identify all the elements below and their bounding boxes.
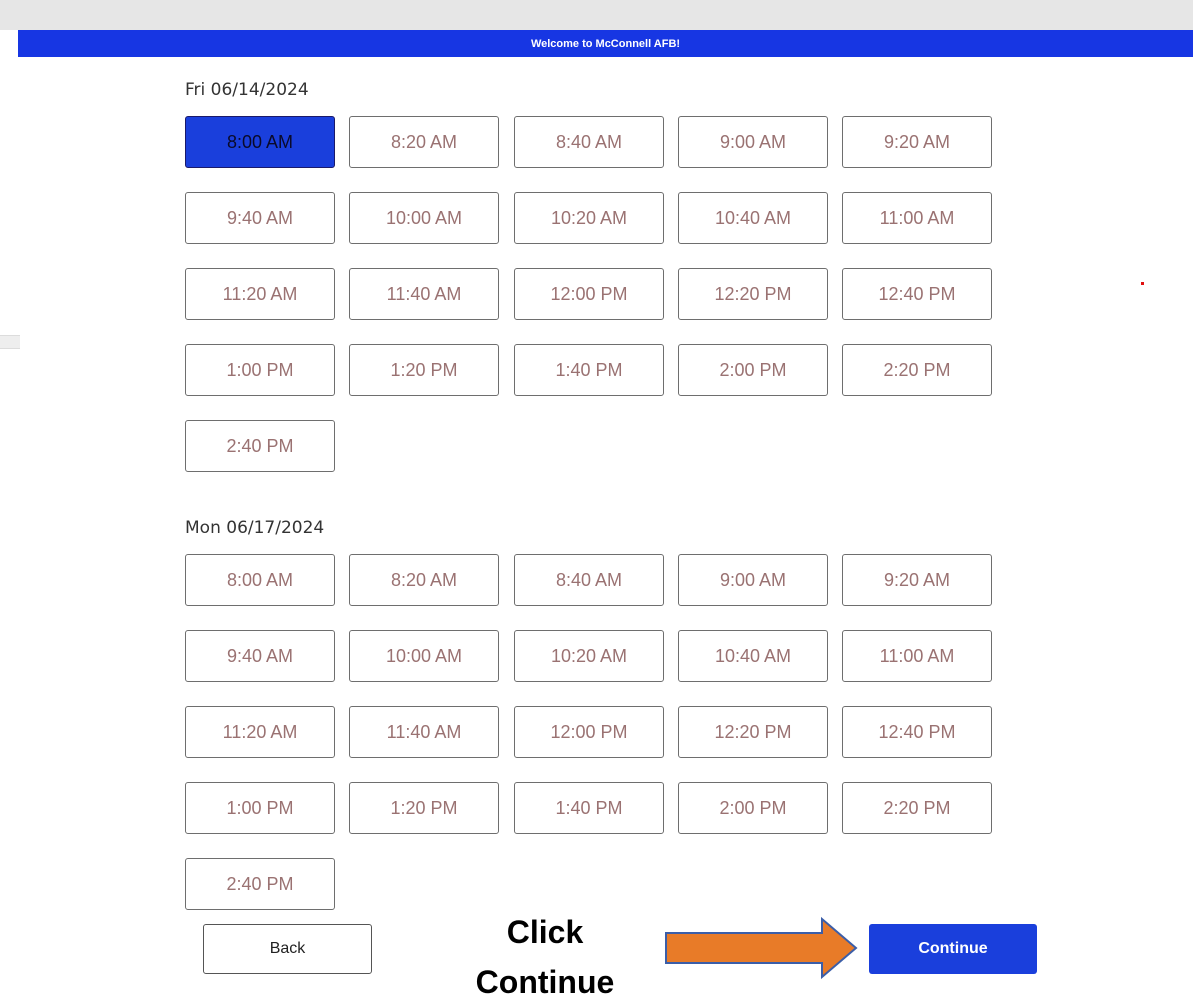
time-slot-button[interactable]: 2:20 PM: [842, 344, 992, 396]
annotation-line-1: Click: [506, 914, 584, 950]
time-slot-button[interactable]: 10:00 AM: [349, 192, 499, 244]
time-slot-button[interactable]: 9:00 AM: [678, 116, 828, 168]
welcome-banner-text: Welcome to McConnell AFB!: [530, 37, 681, 50]
time-slot-button[interactable]: 11:20 AM: [185, 268, 335, 320]
time-slot-button[interactable]: 11:00 AM: [842, 192, 992, 244]
time-slot-button[interactable]: 12:20 PM: [678, 268, 828, 320]
annotation-line-2: Continue: [475, 964, 615, 1000]
time-slot-button[interactable]: 11:20 AM: [185, 706, 335, 758]
time-slot-button[interactable]: 1:20 PM: [349, 782, 499, 834]
time-slot-button[interactable]: 1:20 PM: [349, 344, 499, 396]
continue-button[interactable]: Continue: [869, 924, 1037, 974]
time-slot-button[interactable]: 10:40 AM: [678, 192, 828, 244]
time-slot-button[interactable]: 1:40 PM: [514, 344, 664, 396]
time-slot-button[interactable]: 9:00 AM: [678, 554, 828, 606]
time-slot-button[interactable]: 9:40 AM: [185, 630, 335, 682]
time-slot-button[interactable]: 2:00 PM: [678, 344, 828, 396]
browser-top-strip: [0, 0, 1193, 30]
welcome-banner: Welcome to McConnell AFB!: [18, 30, 1193, 57]
time-slot-button[interactable]: 1:00 PM: [185, 344, 335, 396]
time-slot-button[interactable]: 2:40 PM: [185, 420, 335, 472]
time-slot-button[interactable]: 2:40 PM: [185, 858, 335, 910]
left-edge-fragment: [0, 335, 20, 349]
time-slot-button[interactable]: 8:40 AM: [514, 116, 664, 168]
time-slot-button[interactable]: 10:40 AM: [678, 630, 828, 682]
time-slot-button[interactable]: 1:00 PM: [185, 782, 335, 834]
time-slot-button[interactable]: 2:00 PM: [678, 782, 828, 834]
time-slot-button[interactable]: 11:40 AM: [349, 268, 499, 320]
time-slot-button[interactable]: 8:20 AM: [349, 554, 499, 606]
time-slot-button[interactable]: 8:40 AM: [514, 554, 664, 606]
time-slot-button[interactable]: 9:20 AM: [842, 554, 992, 606]
time-slot-button[interactable]: 8:00 AM: [185, 554, 335, 606]
time-slot-button[interactable]: 12:40 PM: [842, 706, 992, 758]
back-button[interactable]: Back: [203, 924, 372, 974]
time-slot-button[interactable]: 10:20 AM: [514, 192, 664, 244]
time-slot-button[interactable]: 1:40 PM: [514, 782, 664, 834]
red-dot-mark: [1141, 282, 1144, 285]
time-slot-button[interactable]: 12:00 PM: [514, 268, 664, 320]
time-slot-button[interactable]: 12:40 PM: [842, 268, 992, 320]
time-slot-button[interactable]: 12:00 PM: [514, 706, 664, 758]
time-slot-button[interactable]: 10:20 AM: [514, 630, 664, 682]
time-slot-button[interactable]: 12:20 PM: [678, 706, 828, 758]
time-slot-button[interactable]: 9:20 AM: [842, 116, 992, 168]
time-slot-button[interactable]: 8:20 AM: [349, 116, 499, 168]
date-heading-fri: Fri 06/14/2024: [185, 80, 309, 100]
time-slot-button[interactable]: 11:00 AM: [842, 630, 992, 682]
time-slot-button[interactable]: 9:40 AM: [185, 192, 335, 244]
time-slot-button[interactable]: 2:20 PM: [842, 782, 992, 834]
arrow-right-icon: [665, 916, 858, 980]
click-continue-annotation: Click Continue: [445, 907, 645, 1007]
date-heading-mon: Mon 06/17/2024: [185, 518, 325, 538]
time-slot-button[interactable]: 8:00 AM: [185, 116, 335, 168]
time-slot-button[interactable]: 11:40 AM: [349, 706, 499, 758]
time-slot-button[interactable]: 10:00 AM: [349, 630, 499, 682]
